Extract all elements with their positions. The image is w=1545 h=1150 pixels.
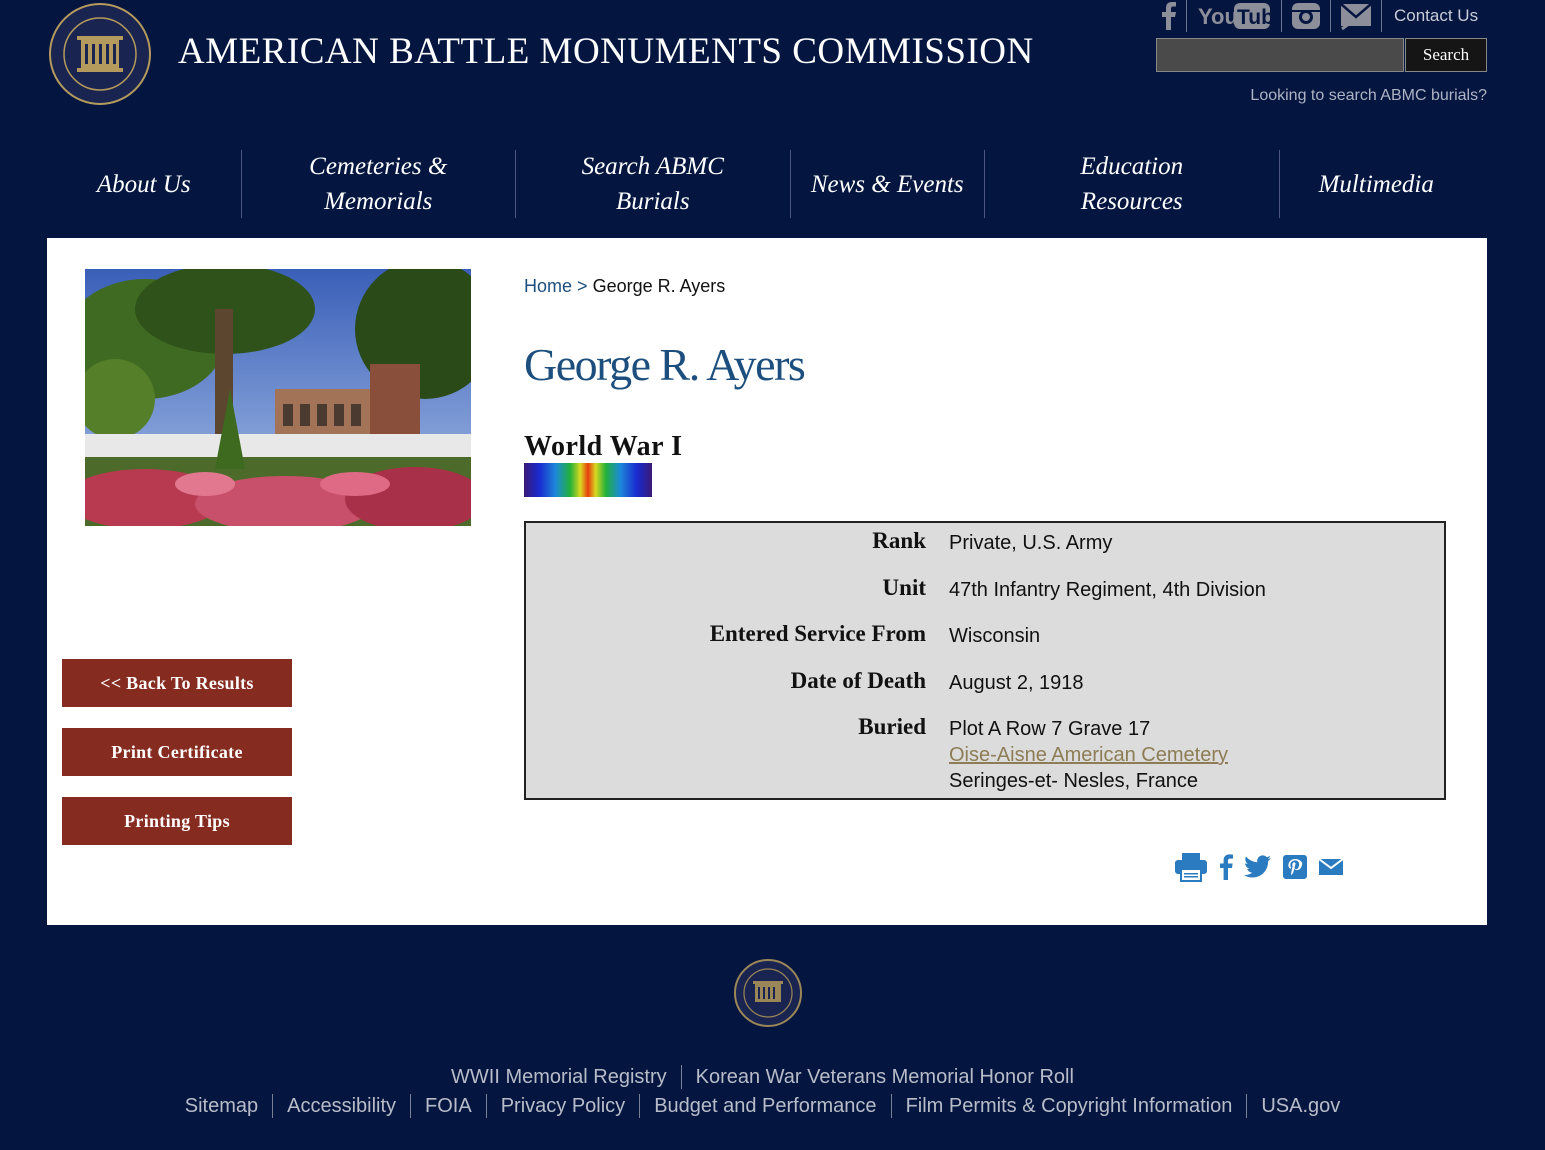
printing-tips-button[interactable]: Printing Tips bbox=[62, 797, 292, 845]
footer-link-foia[interactable]: FOIA bbox=[410, 1094, 486, 1118]
breadcrumb: Home > George R. Ayers bbox=[524, 276, 725, 297]
contact-us-link[interactable]: Contact Us bbox=[1382, 6, 1478, 26]
nav-about-us[interactable]: About Us bbox=[47, 150, 241, 218]
footer-link-wwii-registry[interactable]: WWII Memorial Registry bbox=[437, 1065, 681, 1089]
footer-link-budget-performance[interactable]: Budget and Performance bbox=[639, 1094, 890, 1118]
site-header: AMERICAN BATTLE MONUMENTS COMMISSION You… bbox=[0, 0, 1545, 238]
rank-label: Rank bbox=[872, 528, 926, 553]
mail-icon[interactable] bbox=[1331, 0, 1382, 32]
burial-search-link[interactable]: Looking to search ABMC burials? bbox=[1250, 87, 1487, 105]
entered-service-label: Entered Service From bbox=[709, 621, 926, 646]
pinterest-icon[interactable] bbox=[1282, 854, 1308, 880]
abmc-seal-logo[interactable] bbox=[47, 2, 153, 106]
cemetery-photo bbox=[85, 269, 471, 526]
unit-label: Unit bbox=[882, 575, 926, 600]
breadcrumb-home-link[interactable]: Home bbox=[524, 276, 572, 296]
entered-service-value: Wisconsin bbox=[949, 625, 1041, 647]
svg-text:You: You bbox=[1198, 4, 1238, 29]
buried-label: Buried bbox=[858, 714, 926, 739]
main-content: << Back To Results Print Certificate Pri… bbox=[47, 238, 1487, 925]
facebook-icon[interactable] bbox=[1150, 0, 1187, 32]
footer-link-usa-gov[interactable]: USA.gov bbox=[1246, 1094, 1354, 1118]
nav-news-events[interactable]: News & Events bbox=[789, 150, 985, 218]
main-nav: About Us Cemeteries & Memorials Search A… bbox=[47, 150, 1473, 218]
unit-value: 47th Infantry Regiment, 4th Division bbox=[949, 579, 1266, 601]
print-certificate-button[interactable]: Print Certificate bbox=[62, 728, 292, 776]
nav-multimedia[interactable]: Multimedia bbox=[1278, 150, 1474, 218]
nav-cemeteries-memorials[interactable]: Cemeteries & Memorials bbox=[240, 150, 516, 218]
date-of-death-label: Date of Death bbox=[790, 668, 926, 693]
email-share-icon[interactable] bbox=[1318, 857, 1344, 877]
print-icon[interactable] bbox=[1174, 852, 1208, 882]
footer-link-film-permits[interactable]: Film Permits & Copyright Information bbox=[890, 1094, 1247, 1118]
footer-link-accessibility[interactable]: Accessibility bbox=[272, 1094, 410, 1118]
back-to-results-button[interactable]: << Back To Results bbox=[62, 659, 292, 707]
footer-link-privacy-policy[interactable]: Privacy Policy bbox=[485, 1094, 639, 1118]
footer-links-primary: WWII Memorial Registry Korean War Vetera… bbox=[0, 1065, 1525, 1089]
nav-search-burials[interactable]: Search ABMC Burials bbox=[515, 150, 790, 218]
breadcrumb-separator: > bbox=[577, 276, 588, 296]
share-icons bbox=[1174, 852, 1344, 882]
buried-plot: Plot A Row 7 Grave 17 bbox=[949, 718, 1151, 740]
page-title: George R. Ayers bbox=[524, 339, 806, 390]
cemetery-link[interactable]: Oise-Aisne American Cemetery bbox=[949, 742, 1228, 768]
youtube-icon[interactable]: YouTube bbox=[1187, 0, 1282, 32]
nav-education-resources[interactable]: Education Resources bbox=[984, 150, 1279, 218]
breadcrumb-current: George R. Ayers bbox=[592, 276, 726, 296]
search-button[interactable]: Search bbox=[1405, 38, 1487, 72]
facebook-share-icon[interactable] bbox=[1218, 854, 1234, 880]
rank-value: Private, U.S. Army bbox=[949, 532, 1113, 554]
victory-medal-ribbon bbox=[524, 463, 652, 497]
footer-link-sitemap[interactable]: Sitemap bbox=[171, 1094, 272, 1118]
site-title[interactable]: AMERICAN BATTLE MONUMENTS COMMISSION bbox=[178, 30, 1034, 73]
burial-details-panel: Rank Private, U.S. Army Unit 47th Infant… bbox=[524, 521, 1446, 800]
footer-seal-logo[interactable] bbox=[733, 958, 803, 1028]
cemetery-location: Seringes-et- Nesles, France bbox=[949, 770, 1198, 792]
war-label: World War I bbox=[524, 431, 683, 462]
search-input[interactable] bbox=[1156, 38, 1404, 72]
instagram-icon[interactable] bbox=[1282, 0, 1331, 32]
footer-links-secondary: Sitemap Accessibility FOIA Privacy Polic… bbox=[0, 1094, 1525, 1118]
date-of-death-value: August 2, 1918 bbox=[949, 672, 1084, 694]
footer-link-korean-war-honor-roll[interactable]: Korean War Veterans Memorial Honor Roll bbox=[680, 1065, 1088, 1089]
svg-text:Tube: Tube bbox=[1237, 6, 1272, 29]
twitter-icon[interactable] bbox=[1244, 855, 1272, 879]
social-links: YouTube Contact Us bbox=[1150, 0, 1478, 32]
